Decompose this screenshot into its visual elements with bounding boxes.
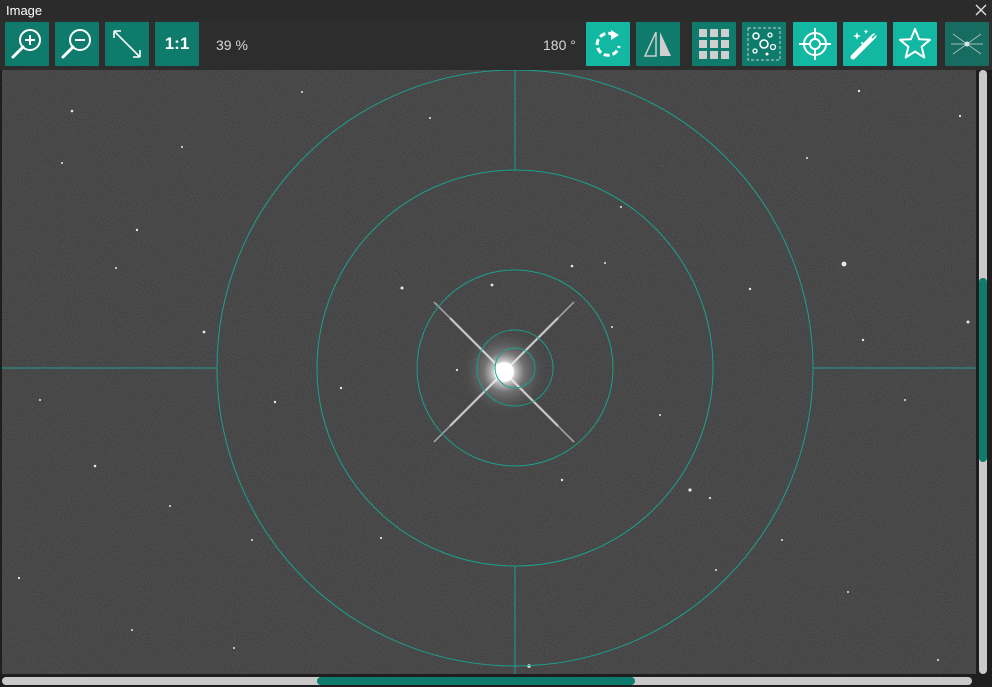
grid-button[interactable] xyxy=(692,22,736,66)
flip-button[interactable] xyxy=(636,22,680,66)
rotation-angle: 180 ° xyxy=(543,37,576,53)
horizontal-scrollbar[interactable] xyxy=(0,674,992,687)
star-icon xyxy=(899,28,931,59)
rotate-button[interactable] xyxy=(586,22,630,66)
vertical-scrollbar[interactable] xyxy=(976,70,992,674)
title-bar: Image xyxy=(0,0,992,20)
zoom-out-button[interactable] xyxy=(55,22,99,66)
toolbar: 1:1 39 % 180 ° xyxy=(0,20,992,70)
horizontal-scroll-thumb[interactable] xyxy=(317,677,635,685)
vertical-scroll-thumb[interactable] xyxy=(979,278,987,462)
grid-icon xyxy=(699,29,729,59)
rotate-icon xyxy=(595,30,621,57)
one-to-one-button[interactable]: 1:1 xyxy=(155,22,199,66)
close-button[interactable] xyxy=(972,1,990,19)
zoom-out-icon xyxy=(61,29,91,59)
magic-wand-icon xyxy=(850,29,877,60)
one-to-one-label: 1:1 xyxy=(164,34,190,53)
crosshair-target-icon xyxy=(799,28,831,60)
image-viewport[interactable] xyxy=(2,70,976,674)
fit-to-window-icon xyxy=(113,30,141,58)
zoom-in-icon xyxy=(11,29,41,59)
star-detection-button[interactable] xyxy=(742,22,786,66)
magic-wand-button[interactable] xyxy=(843,22,887,66)
zoom-level: 39 % xyxy=(216,37,248,53)
window-title: Image xyxy=(6,3,43,18)
flip-icon xyxy=(643,31,671,57)
star-image xyxy=(2,70,976,674)
zoom-in-button[interactable] xyxy=(5,22,49,66)
bahtinov-icon xyxy=(951,33,983,55)
crosshair-button[interactable] xyxy=(793,22,837,66)
star-detection-icon xyxy=(747,27,781,61)
bahtinov-button[interactable] xyxy=(945,22,989,66)
fit-to-window-button[interactable] xyxy=(105,22,149,66)
close-icon xyxy=(975,4,987,16)
star-button[interactable] xyxy=(893,22,937,66)
